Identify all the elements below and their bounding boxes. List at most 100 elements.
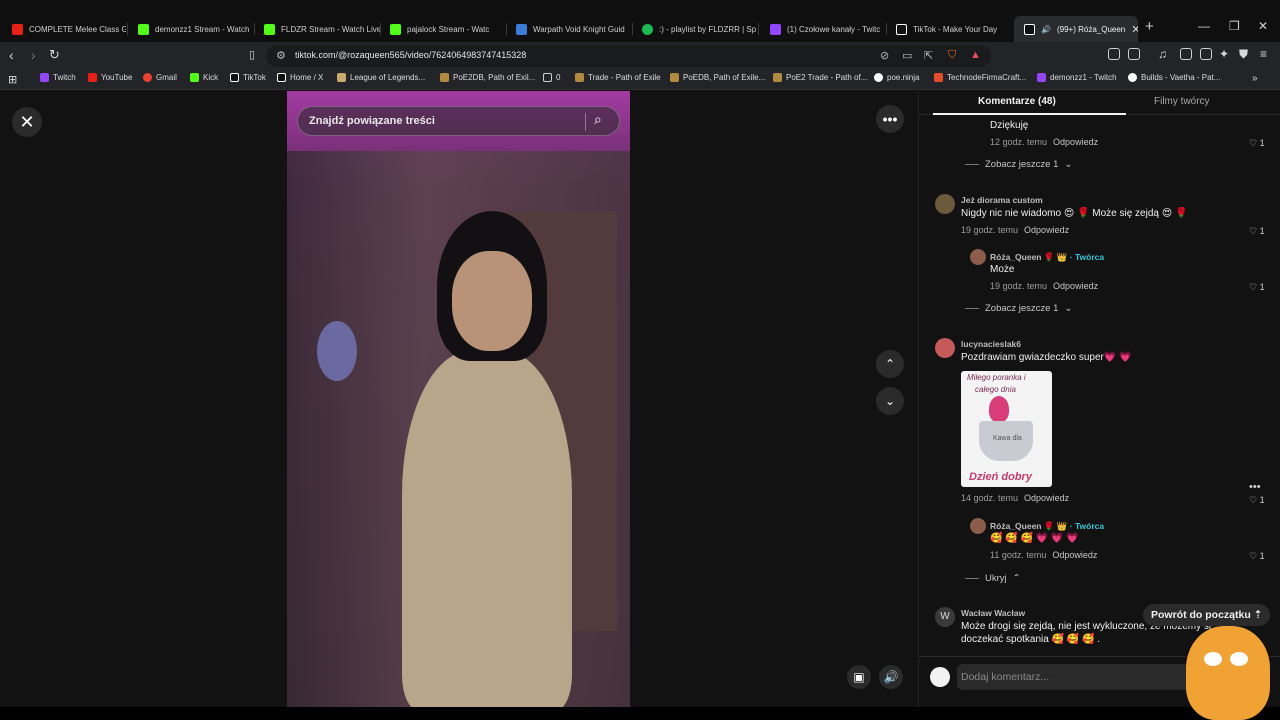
tab-creator-videos[interactable]: Filmy twórcy <box>1154 96 1210 107</box>
next-video-button[interactable]: ⌄ <box>876 387 904 415</box>
heart-icon: ♡ <box>1249 551 1258 561</box>
like-count[interactable]: ♡ 1 <box>1249 495 1265 506</box>
wallet-panel-icon[interactable] <box>1200 48 1212 60</box>
comment-text-line2: doczekać spotkania 🥰 🥰 🥰 . <box>961 634 1101 645</box>
avatar[interactable] <box>970 518 986 534</box>
apps-grid-icon[interactable]: ⊞ <box>8 73 17 86</box>
comment-author[interactable]: Róża_Queen 🌹 👑 · Twórca <box>990 521 1104 532</box>
avatar[interactable] <box>935 338 955 358</box>
close-tab-icon[interactable]: ✕ <box>1131 23 1138 36</box>
bookmark-item[interactable]: PoE2DB, Path of Exil... <box>440 73 535 82</box>
bookmark-item[interactable]: poe.ninja <box>874 73 919 82</box>
bookmark-item[interactable]: Gmail <box>143 73 177 82</box>
minimize-icon[interactable]: — <box>1198 19 1210 33</box>
like-count[interactable]: ♡ 1 <box>1249 551 1265 562</box>
browser-tab-active[interactable]: 🔊 (99+) Róża_Queen ✕ <box>1014 16 1138 42</box>
comment-more-icon[interactable]: ••• <box>1249 481 1261 493</box>
no-tracking-icon[interactable]: ⊘ <box>880 49 889 62</box>
url-text[interactable]: tiktok.com/@rozaqueen565/video/762406498… <box>295 50 526 60</box>
window-close-icon[interactable]: ✕ <box>1258 19 1268 33</box>
brave-rewards-icon[interactable]: ▲ <box>970 49 981 61</box>
image-text: Miłego poranka i <box>967 373 1026 382</box>
bookmark-item[interactable]: YouTube <box>88 73 132 82</box>
browser-tab[interactable]: TikTok - Make Your Day <box>886 18 1012 40</box>
add-comment-placeholder: Dodaj komentarz... <box>961 671 1050 683</box>
brave-shield-icon[interactable]: ⛉ <box>948 49 956 62</box>
bookmark-folder[interactable]: 0 <box>543 73 560 82</box>
new-tab-button[interactable]: + <box>1145 18 1154 35</box>
browser-tab[interactable]: FLDZR Stream - Watch Live <box>254 18 380 40</box>
browser-tab[interactable]: COMPLETE Melee Class G <box>2 18 126 40</box>
comment-author[interactable]: Róża_Queen 🌹 👑 · Twórca <box>990 252 1104 263</box>
wallet-icon[interactable] <box>1128 48 1140 60</box>
sidebar-icon[interactable] <box>1180 48 1192 60</box>
like-count[interactable]: ♡ 1 <box>1249 138 1265 149</box>
view-more-replies[interactable]: Zobacz jeszcze 1 ⌄ <box>965 303 1072 314</box>
browser-tab[interactable]: (1) Czołowe kanały - Twitc <box>760 18 886 40</box>
address-bar[interactable]: ⚙ tiktok.com/@rozaqueen565/video/7624064… <box>266 45 991 67</box>
avatar[interactable] <box>935 194 955 214</box>
creator-badge: · Twórca <box>1069 521 1105 531</box>
comment-author[interactable]: lucynacieslak6 <box>961 339 1021 349</box>
comment-author[interactable]: Jeż diorama custom <box>961 195 1043 205</box>
menu-icon[interactable]: ≡ <box>1260 47 1267 61</box>
comment-image[interactable]: Miłego poranka i całego dnia Kawa dla Dz… <box>961 371 1052 487</box>
tab-comments[interactable]: Komentarze (48) <box>978 96 1056 107</box>
view-more-replies[interactable]: Zobacz jeszcze 1 ⌄ <box>965 159 1072 170</box>
extensions-icon[interactable] <box>1108 48 1120 60</box>
forward-icon[interactable]: › <box>31 47 36 63</box>
share-icon[interactable]: ⇱ <box>924 49 933 62</box>
media-icon[interactable]: ♫ <box>1158 47 1167 61</box>
close-video-button[interactable]: ✕ <box>12 107 42 137</box>
restore-icon[interactable]: ❐ <box>1229 19 1240 33</box>
reply-button[interactable]: Odpowiedz <box>1053 281 1098 291</box>
related-search-bar[interactable]: Znajdź powiązane treści ⌕ <box>297 106 620 136</box>
reply-button[interactable]: Odpowiedz <box>1053 137 1098 147</box>
bookmark-item[interactable]: Twitch <box>40 73 76 82</box>
browser-tab[interactable]: Warpath Void Knight Guid <box>506 18 632 40</box>
comment-author[interactable]: Wacław Wacław <box>961 608 1025 618</box>
pip-icon[interactable]: ▣ <box>847 665 871 689</box>
bookmark-item[interactable]: Trade - Path of Exile <box>575 73 661 82</box>
bookmark-item[interactable]: demonzz1 - Twitch <box>1037 73 1117 82</box>
back-icon[interactable]: ‹ <box>9 47 14 63</box>
volume-icon[interactable]: 🔊 <box>879 665 903 689</box>
bookmark-item[interactable]: Kick <box>190 73 218 82</box>
browser-tab[interactable]: :) - playlist by FLDZRR | Sp <box>632 18 758 40</box>
youtube-icon <box>88 73 97 82</box>
browser-tab[interactable]: demonzz1 Stream - Watch <box>128 18 254 40</box>
bookmark-icon[interactable]: ▯ <box>249 48 255 61</box>
divider-line <box>965 308 979 309</box>
reload-icon[interactable]: ↻ <box>49 47 60 63</box>
back-to-top-button[interactable]: Powrót do początku ⇡ <box>1143 604 1271 626</box>
avatar[interactable] <box>970 249 986 265</box>
reply-button[interactable]: Odpowiedz <box>1052 550 1097 560</box>
bookmark-item[interactable]: Builds - Vaetha - Pat... <box>1128 73 1220 82</box>
bookmark-item[interactable]: TechnodeFirmaCraft... <box>934 73 1026 82</box>
more-options-button[interactable]: ••• <box>876 105 904 133</box>
divider-line <box>965 578 979 579</box>
site-info-icon[interactable]: ⚙ <box>276 49 286 62</box>
hide-replies[interactable]: Ukryj ⌃ <box>965 573 1021 584</box>
bookmark-item[interactable]: League of Legends... <box>337 73 425 82</box>
like-count[interactable]: ♡ 1 <box>1249 282 1265 293</box>
leo-ai-icon[interactable]: ✦ <box>1219 47 1229 61</box>
cast-icon[interactable]: ▭ <box>902 49 912 62</box>
bookmark-item[interactable]: PoE2 Trade - Path of... <box>773 73 867 82</box>
add-comment-input[interactable]: Dodaj komentarz... <box>957 664 1197 690</box>
avatar[interactable]: W <box>935 607 955 627</box>
vpn-icon[interactable]: ⛊ <box>1239 47 1248 62</box>
more-bookmarks-icon[interactable]: » <box>1252 73 1258 84</box>
bookmark-item[interactable]: Home / X <box>277 73 323 82</box>
reply-button[interactable]: Odpowiedz <box>1024 225 1069 235</box>
bookmark-item[interactable]: PoEDB, Path of Exile... <box>670 73 765 82</box>
previous-video-button[interactable]: ⌃ <box>876 350 904 378</box>
bookmark-item[interactable]: TikTok <box>230 73 266 82</box>
video-stage: ✕ Znajdź powiązane treści ⌕ ••• ⌃ ⌄ ▣ 🔊 <box>0 91 918 707</box>
video-player[interactable] <box>287 91 630 707</box>
image-text: Kawa dla <box>993 435 1022 442</box>
like-count[interactable]: ♡ 1 <box>1249 226 1265 237</box>
browser-tab[interactable]: pajalock Stream - Watc <box>380 18 506 40</box>
reply-button[interactable]: Odpowiedz <box>1024 493 1069 503</box>
search-icon[interactable]: ⌕ <box>594 111 602 128</box>
